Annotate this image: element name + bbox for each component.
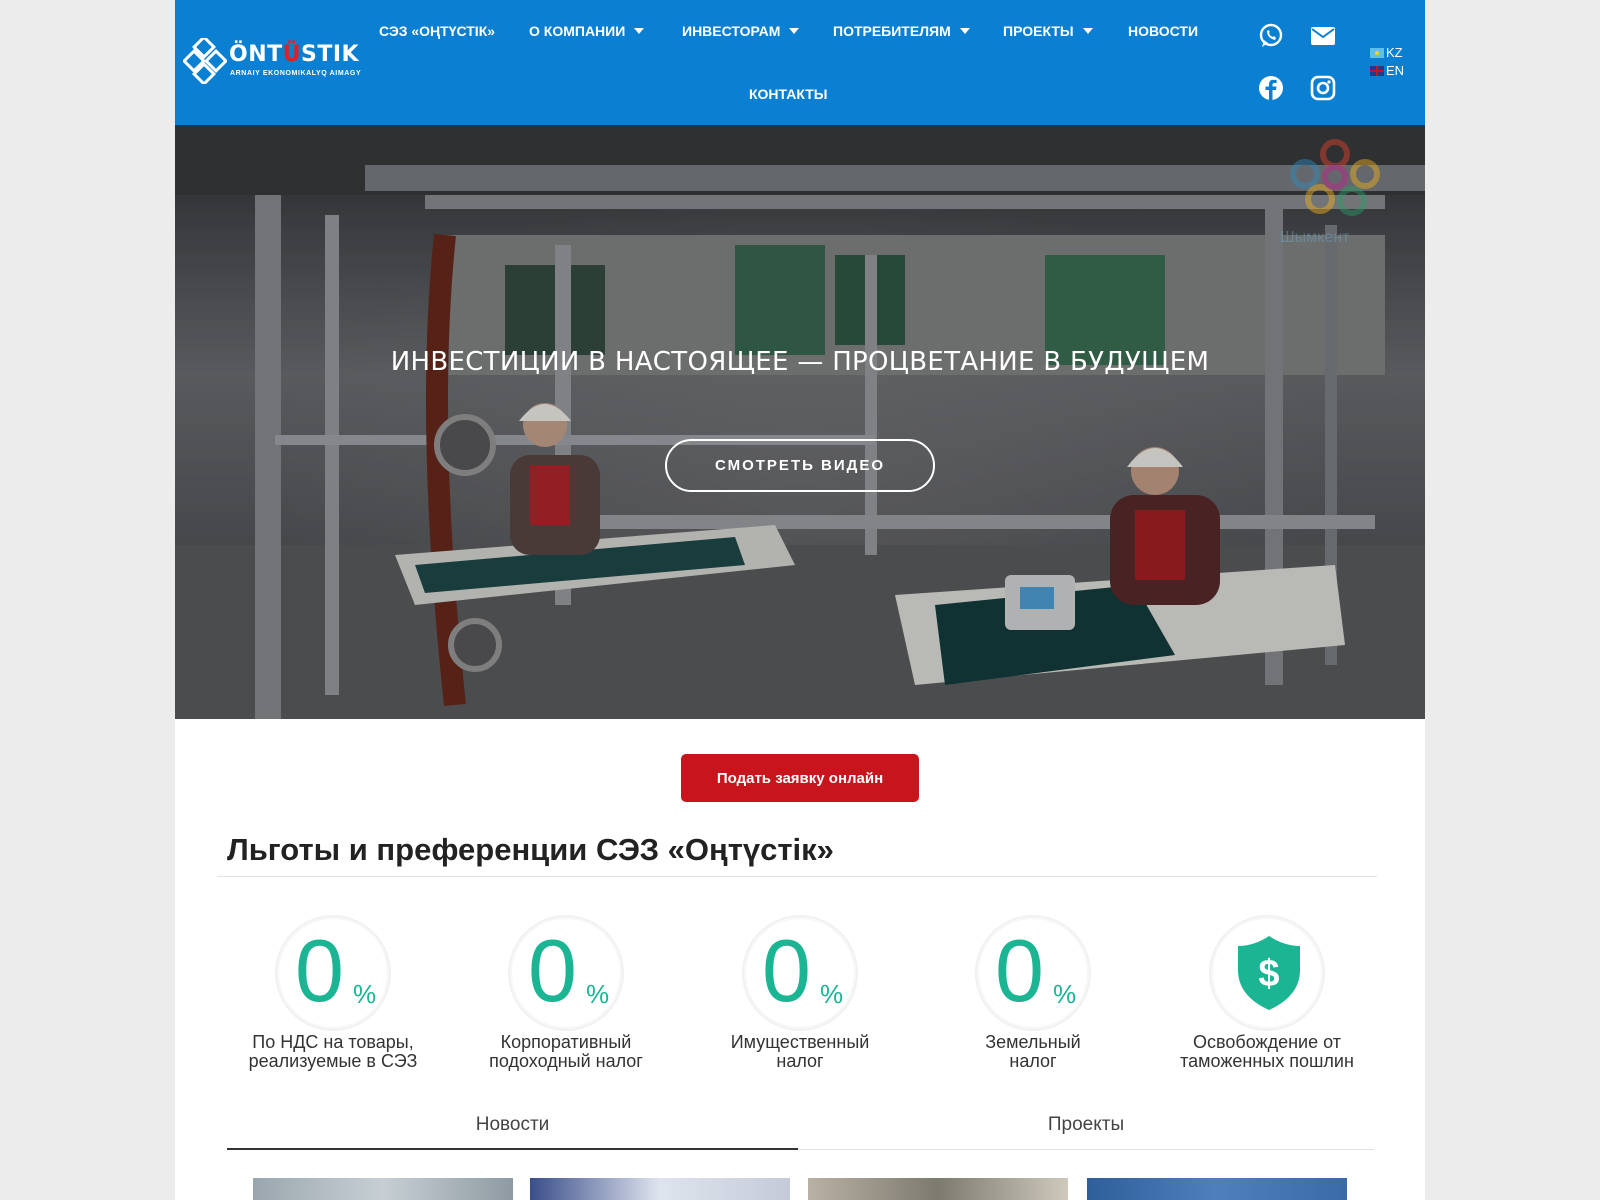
factory-scene-image	[175, 125, 1425, 719]
nav-item-contacts[interactable]: КОНТАКТЫ	[749, 86, 827, 102]
shield-dollar-icon: $	[1238, 936, 1300, 1010]
content-tabs: Новости Проекты	[227, 1110, 1374, 1150]
lang-en[interactable]: EN	[1370, 63, 1404, 78]
benefit-value: 0	[528, 921, 577, 1020]
hero-video-banner: Шымкент ИНВЕСТИЦИИ В НАСТОЯЩЕЕ — ПРОЦВЕТ…	[175, 125, 1425, 719]
tab-news[interactable]: Новости	[227, 1110, 798, 1150]
watch-video-button[interactable]: СМОТРЕТЬ ВИДЕО	[665, 439, 935, 492]
benefit-value: 0	[762, 921, 811, 1020]
nav-item-news[interactable]: НОВОСТИ	[1128, 23, 1198, 39]
percent-sign: %	[586, 979, 610, 1009]
nav-item-sez[interactable]: СЭЗ «ОҢТҮСТІК»	[379, 23, 495, 39]
mail-icon[interactable]	[1309, 22, 1337, 50]
ornament-watermark-icon	[1290, 139, 1380, 216]
benefit-label: Освобождение от таможенных пошлин	[1180, 1032, 1354, 1071]
benefit-label: Корпоративный подоходный налог	[489, 1032, 643, 1071]
logo-wordmark: ÖNTÜSTIK	[229, 42, 360, 67]
kz-flag-icon	[1370, 47, 1384, 58]
benefit-label: Имущественный налог	[730, 1032, 870, 1071]
benefit-value: 0	[295, 921, 344, 1020]
tab-projects[interactable]: Проекты	[798, 1110, 1374, 1150]
benefit-property-tax: 0 % Имущественный налог	[690, 915, 910, 1071]
benefit-vat: 0 % По НДС на товары, реализуемые в СЭЗ	[223, 915, 443, 1071]
benefit-ring: 0 %	[742, 915, 858, 1031]
news-thumbnail[interactable]	[530, 1178, 790, 1200]
news-thumbnail[interactable]	[1087, 1178, 1347, 1200]
caret-down-icon	[959, 28, 970, 34]
benefit-land-tax: 0 % Земельный налог	[923, 915, 1143, 1071]
uk-flag-icon	[1370, 65, 1384, 76]
site-header: ÖNTÜSTIK ARNAIY EKONOMIKALYQ AIMAGY СЭЗ …	[175, 0, 1425, 125]
benefit-corporate-tax: 0 % Корпоративный подоходный налог	[456, 915, 676, 1071]
benefit-value: 0	[995, 921, 1044, 1020]
facebook-icon[interactable]	[1257, 74, 1285, 102]
benefit-ring: $	[1209, 915, 1325, 1031]
benefit-ring: 0 %	[275, 915, 391, 1031]
news-thumbnail[interactable]	[253, 1178, 513, 1200]
nav-item-consumers[interactable]: ПОТРЕБИТЕЛЯМ	[833, 23, 970, 39]
hero-title: ИНВЕСТИЦИИ В НАСТОЯЩЕЕ — ПРОЦВЕТАНИЕ В Б…	[390, 347, 1210, 377]
percent-sign: %	[353, 979, 377, 1009]
benefit-ring: 0 %	[975, 915, 1091, 1031]
percent-sign: %	[820, 979, 844, 1009]
caret-down-icon	[634, 28, 645, 34]
nav-item-investors[interactable]: ИНВЕСТОРАМ	[682, 23, 800, 39]
watermark-text: Шымкент	[1280, 229, 1350, 246]
benefit-ring: 0 %	[508, 915, 624, 1031]
lang-kz[interactable]: KZ	[1370, 45, 1403, 60]
logo[interactable]: ÖNTÜSTIK ARNAIY EKONOMIKALYQ AIMAGY	[183, 38, 363, 88]
caret-down-icon	[1082, 28, 1093, 34]
page: ÖNTÜSTIK ARNAIY EKONOMIKALYQ AIMAGY СЭЗ …	[175, 0, 1425, 1200]
benefit-label: Земельный налог	[985, 1032, 1081, 1071]
svg-text:$: $	[1258, 953, 1279, 995]
instagram-icon[interactable]	[1309, 74, 1337, 102]
nav-item-projects[interactable]: ПРОЕКТЫ	[1003, 23, 1093, 39]
apply-online-button[interactable]: Подать заявку онлайн	[681, 754, 919, 802]
whatsapp-icon[interactable]	[1257, 22, 1285, 50]
benefit-label: По НДС на товары, реализуемые в СЭЗ	[248, 1032, 418, 1071]
benefits-title: Льготы и преференции СЭЗ «Оңтүстік»	[227, 832, 834, 867]
logo-ornament-icon	[183, 38, 227, 84]
benefit-customs-exemption: $ Освобождение от таможенных пошлин	[1157, 915, 1377, 1071]
caret-down-icon	[789, 28, 800, 34]
news-thumbnail[interactable]	[808, 1178, 1068, 1200]
logo-tagline: ARNAIY EKONOMIKALYQ AIMAGY	[230, 70, 362, 77]
nav-item-about[interactable]: О КОМПАНИИ	[529, 23, 645, 39]
city-anniversary-watermark: Шымкент	[1260, 129, 1410, 269]
section-divider	[217, 876, 1377, 877]
percent-sign: %	[1053, 979, 1077, 1009]
